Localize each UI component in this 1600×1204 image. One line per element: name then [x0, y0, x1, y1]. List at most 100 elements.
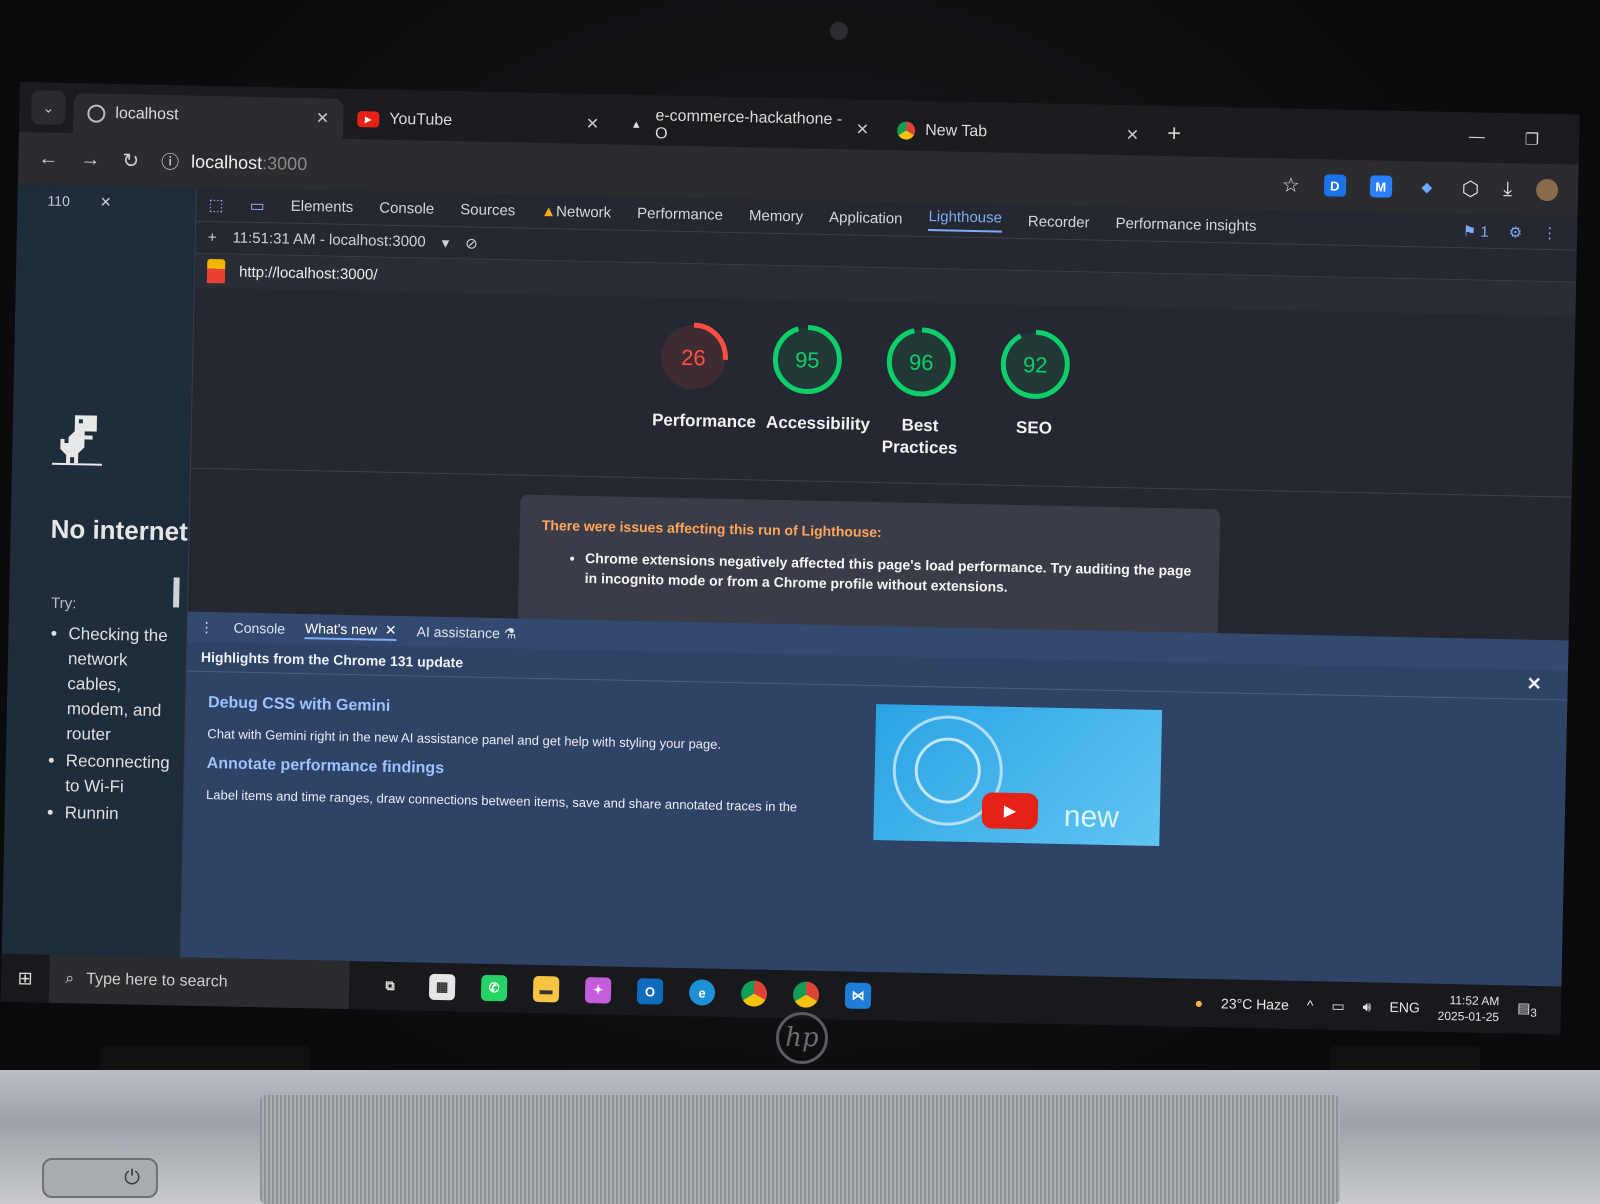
profile-avatar[interactable]	[1535, 178, 1559, 202]
tab-performance-insights[interactable]: Performance insights	[1115, 215, 1256, 235]
more-options-icon[interactable]: ⋮	[1542, 223, 1557, 241]
battery-icon[interactable]: ▭	[1331, 997, 1345, 1014]
gauge-ring: 26	[658, 322, 728, 392]
store-icon[interactable]: ▦	[428, 973, 456, 1001]
chevron-up-icon[interactable]: ^	[1307, 997, 1314, 1013]
score-gauges: 26 Performance 95 Accessibility 96 Best Pract…	[651, 317, 1076, 462]
issues-counter[interactable]: ⚑ 1	[1463, 222, 1489, 241]
extension-m-icon[interactable]: M	[1369, 175, 1393, 198]
taskbar-search[interactable]: ⌕ Type here to search	[48, 954, 350, 1010]
tab-elements[interactable]: Elements	[291, 198, 354, 216]
close-icon[interactable]: ✕	[1526, 674, 1568, 696]
score-gauge-best-practices[interactable]: 96 Best Practices	[879, 322, 962, 460]
extension-icon[interactable]: ◆	[1416, 176, 1438, 198]
scrollbar[interactable]	[173, 577, 180, 608]
drawer-menu-icon[interactable]: ⋮	[199, 618, 213, 635]
tab-network[interactable]: ▲Network	[541, 203, 611, 221]
clear-icon[interactable]: ⊘	[465, 234, 478, 252]
article-title[interactable]: Annotate performance findings	[207, 755, 847, 786]
close-icon[interactable]: ✕	[856, 120, 870, 140]
toolbar-right: ☆ D M ◆ ⬡ ⤓	[1282, 172, 1559, 203]
score-gauge-seo[interactable]: 92 SEO	[993, 324, 1076, 462]
chrome-icon[interactable]	[740, 980, 768, 1007]
drawer-tab-console[interactable]: Console	[233, 620, 285, 637]
restore-icon[interactable]: ❐	[1525, 130, 1540, 150]
play-icon[interactable]: ▶	[981, 792, 1039, 830]
clock[interactable]: 11:52 AM 2025-01-25	[1437, 992, 1499, 1025]
tab-performance[interactable]: Performance	[637, 205, 723, 224]
article-title[interactable]: Debug CSS with Gemini	[208, 694, 848, 725]
notification-count: 3	[1530, 1006, 1537, 1020]
notification-icon[interactable]: ▤3	[1517, 1000, 1537, 1020]
tab-lighthouse[interactable]: Lighthouse	[928, 208, 1003, 233]
article-text: Chat with Gemini right in the new AI ass…	[207, 726, 722, 752]
tab-localhost[interactable]: localhost ✕	[72, 93, 344, 139]
report-selector[interactable]: 11:51:31 AM - localhost:3000	[232, 229, 426, 250]
tab-memory[interactable]: Memory	[749, 207, 804, 225]
close-icon[interactable]: ✕	[586, 114, 600, 134]
chrome-profile-icon[interactable]	[792, 981, 820, 1008]
new-tab-button[interactable]: +	[1153, 120, 1196, 157]
power-icon: ⏻	[124, 1166, 140, 1189]
drawer-tab-whats-new[interactable]: What's new ✕	[304, 619, 397, 641]
outlook-icon[interactable]: O	[636, 978, 664, 1005]
close-icon[interactable]: ✕	[385, 621, 397, 637]
issues-count: 1	[1480, 223, 1489, 241]
reload-icon[interactable]: ↻	[122, 148, 139, 173]
weather-text[interactable]: 23°C Haze	[1221, 995, 1289, 1012]
minimize-icon[interactable]: —	[1469, 128, 1485, 148]
tab-recorder[interactable]: Recorder	[1028, 213, 1090, 231]
tab-search-button[interactable]: ⌄	[31, 90, 66, 125]
tab-application[interactable]: Application	[829, 209, 903, 228]
new-report-icon[interactable]: +	[208, 229, 217, 246]
lighthouse-report: 26 Performance 95 Accessibility 96 Best Pract…	[188, 288, 1575, 739]
forward-icon[interactable]: →	[80, 148, 100, 171]
whats-new-list: Debug CSS with Gemini Chat with Gemini r…	[206, 694, 848, 829]
extensions-puzzle-icon[interactable]: ⬡	[1462, 176, 1480, 201]
close-icon[interactable]: ✕	[100, 194, 112, 211]
tab-youtube[interactable]: ▶ YouTube ✕	[343, 99, 614, 145]
language-indicator[interactable]: ENG	[1389, 999, 1420, 1016]
score-gauge-accessibility[interactable]: 95 Accessibility	[765, 320, 871, 458]
download-icon[interactable]: ⤓	[1503, 178, 1512, 201]
chrome-icon	[896, 121, 916, 140]
inspect-element-icon[interactable]: ⬚	[208, 194, 224, 214]
copilot-icon[interactable]: ✦	[584, 977, 612, 1004]
settings-gear-icon[interactable]: ⚙	[1509, 223, 1523, 241]
tab-title: localhost	[115, 105, 179, 124]
vscode-icon[interactable]: ⋈	[844, 982, 872, 1010]
warning-title: There were issues affecting this run of …	[541, 517, 882, 541]
search-icon: ⌕	[65, 970, 75, 988]
gauge-label: Accessibility	[765, 412, 871, 434]
gauge-score: 26	[681, 345, 706, 371]
volume-icon[interactable]: 🔊︎	[1362, 998, 1371, 1015]
whats-new-video[interactable]: ▶ new	[873, 704, 1163, 847]
site-info-icon[interactable]: ⓘ	[161, 148, 180, 174]
tab-new-tab[interactable]: New Tab ✕	[883, 110, 1154, 156]
bookmark-star-icon[interactable]: ☆	[1282, 172, 1300, 197]
close-icon[interactable]: ✕	[1126, 125, 1140, 145]
task-view-icon[interactable]: ⧉	[377, 973, 404, 1000]
offline-page: 110 ✕ No internet Try: Checking the netw…	[1, 183, 196, 958]
tab-ecommerce[interactable]: ▲ e-commerce-hackathone - O ✕	[613, 104, 884, 150]
close-icon[interactable]: ✕	[316, 108, 330, 128]
url-field[interactable]: ⓘ localhost:3000	[161, 148, 308, 177]
warning-icon: ▲	[541, 202, 557, 221]
score-gauge-performance[interactable]: 26 Performance	[651, 317, 756, 455]
webcam	[830, 22, 848, 40]
back-icon[interactable]: ←	[38, 147, 58, 170]
tab-console[interactable]: Console	[379, 200, 434, 218]
report-url[interactable]: http://localhost:3000/	[239, 263, 378, 283]
drawer-tab-ai-assistance[interactable]: AI assistance ⚗	[416, 623, 516, 642]
windows-start-icon[interactable]: ⊞	[1, 967, 49, 989]
power-button: ⏻	[42, 1158, 158, 1198]
extension-d-icon[interactable]: D	[1323, 174, 1347, 197]
edge-icon[interactable]: e	[688, 979, 716, 1006]
tab-sources[interactable]: Sources	[460, 201, 515, 219]
gauge-score: 96	[909, 350, 934, 376]
whatsapp-icon[interactable]: ✆	[480, 974, 508, 1002]
lighthouse-icon	[206, 258, 226, 284]
flask-icon: ⚗	[503, 624, 517, 642]
file-explorer-icon[interactable]: ▬	[532, 975, 560, 1003]
device-toolbar-icon[interactable]: ▭	[249, 195, 265, 215]
